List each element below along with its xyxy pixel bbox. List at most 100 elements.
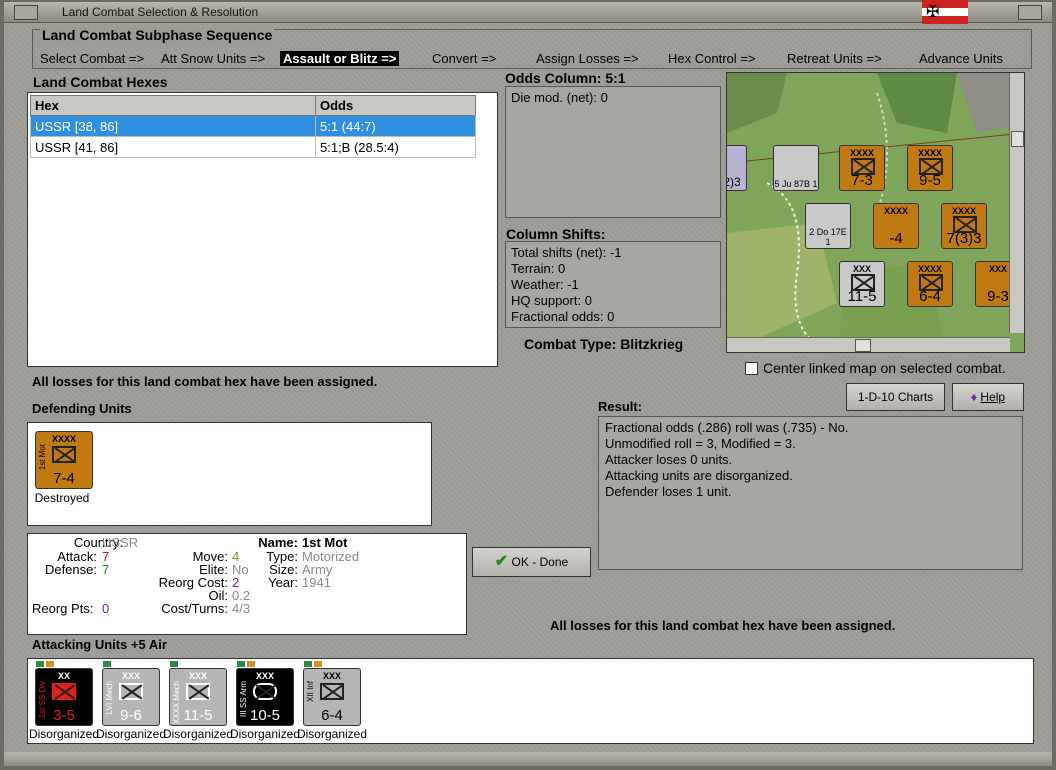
- defending-units-panel: XXXX 1st Mot 7-4 Destroyed: [27, 422, 432, 526]
- sequence-title: Land Combat Subphase Sequence: [40, 27, 275, 43]
- die-mod-text: Die mod. (net): 0: [511, 90, 608, 105]
- status-dot-icon: [314, 661, 322, 667]
- seq-step-assault-blitz: Assault or Blitz =>: [280, 51, 400, 66]
- seq-step-select-combat: Select Combat =>: [40, 51, 145, 66]
- attacking-unit-status: Disorganized: [296, 727, 368, 741]
- map-counter-soviet[interactable]: XXXX 6-4: [907, 261, 953, 307]
- ok-done-label: OK - Done: [511, 555, 569, 569]
- column-shifts-title: Column Shifts:: [506, 226, 606, 242]
- column-shifts-box: Total shifts (net): -1 Terrain: 0 Weathe…: [505, 241, 721, 328]
- map-counter-german[interactable]: XXX 11-5: [839, 261, 885, 307]
- cost-turns-value: 4/3: [232, 601, 251, 616]
- name-value: 1st Mot: [302, 535, 348, 550]
- table-row[interactable]: USSR [38, 86] 5:1 (44:7): [30, 115, 476, 137]
- losses-message-top: All losses for this land combat hex have…: [32, 374, 378, 389]
- map-counter-do17[interactable]: 2 Do 17E 1: [805, 203, 851, 249]
- year-label: Year:: [268, 575, 298, 590]
- minimize-button[interactable]: [1018, 5, 1042, 20]
- map-counter-soviet[interactable]: XXXX 7(3)3: [941, 203, 987, 249]
- linked-map[interactable]: 5 Ju 87B 1 2 Do 17E 1 XXXX 7-3 XXXX 9-5 …: [726, 72, 1025, 353]
- year-value: 1941: [302, 575, 331, 590]
- status-bar: [4, 752, 1052, 766]
- hex-cell[interactable]: USSR [41, 86]: [30, 136, 316, 158]
- table-row[interactable]: USSR [41, 86] 5:1;B (28.5:4): [30, 136, 476, 158]
- seq-step-assign-losses: Assign Losses =>: [536, 51, 639, 66]
- result-line: Unmodified roll = 3, Modified = 3.: [605, 436, 796, 451]
- seq-step-convert: Convert =>: [432, 51, 497, 66]
- result-line: Defender loses 1 unit.: [605, 484, 732, 499]
- title-bar: Land Combat Selection & Resolution: [4, 2, 1052, 23]
- attacking-title: Attacking Units +5 Air: [32, 637, 167, 652]
- attacking-units-panel: XX 1st SS Div 3-5 Disorganized XXX LVI M…: [27, 658, 1034, 744]
- reorg-pts-value: 0: [102, 601, 110, 616]
- name-label: Name:: [258, 535, 298, 550]
- system-menu-button[interactable]: [14, 5, 38, 20]
- result-title: Result:: [598, 399, 643, 414]
- hex-cell[interactable]: USSR [38, 86]: [30, 115, 316, 137]
- seq-step-hex-control: Hex Control =>: [668, 51, 756, 66]
- shift-line: Terrain: 0: [511, 261, 566, 276]
- map-counter-target[interactable]: XXXX -4: [873, 203, 919, 249]
- nation-flag-icon: ✠: [922, 0, 968, 24]
- shift-line: Total shifts (net): -1: [511, 245, 622, 260]
- seq-step-att-snow: Att Snow Units =>: [161, 51, 266, 66]
- defense-label: Defense:: [44, 562, 97, 577]
- cost-turns-label: Cost/Turns:: [161, 601, 228, 616]
- map-counter-soviet[interactable]: XXXX 9-5: [907, 145, 953, 191]
- odds-column-title: Odds Column: 5:1: [505, 70, 626, 86]
- attacking-unit-counter[interactable]: XXX III SS Arm 10-5: [236, 668, 294, 726]
- status-dot-icon: [247, 661, 255, 667]
- help-label: Help: [980, 390, 1006, 404]
- attacking-unit-status: Disorganized: [229, 727, 301, 741]
- defense-value: 7: [102, 562, 110, 577]
- attacking-unit-counter[interactable]: XX 1st SS Div 3-5: [35, 668, 93, 726]
- map-counter-soviet[interactable]: XXXX 7-3: [839, 145, 885, 191]
- seq-step-advance: Advance Units: [919, 51, 1003, 66]
- map-horizontal-scrollbar[interactable]: [727, 337, 1010, 352]
- shift-line: Weather: -1: [511, 277, 579, 292]
- status-dot-icon: [103, 661, 111, 667]
- hex-list[interactable]: Hex Odds USSR [38, 86] 5:1 (44:7) USSR […: [27, 92, 498, 367]
- center-map-label: Center linked map on selected combat.: [763, 360, 1006, 376]
- status-dot-icon: [304, 661, 312, 667]
- ok-done-button[interactable]: ✔ OK - Done: [472, 547, 591, 577]
- attacking-unit-counter[interactable]: XXX XII Inf 6-4: [303, 668, 361, 726]
- window-title: Land Combat Selection & Resolution: [62, 5, 259, 19]
- seq-step-retreat: Retreat Units =>: [787, 51, 882, 66]
- hexes-title: Land Combat Hexes: [33, 74, 168, 90]
- odds-cell[interactable]: 5:1 (44:7): [315, 115, 476, 137]
- unit-details-panel: Country: USSR Attack: 7 Defense: 7 Reorg…: [27, 533, 467, 635]
- help-button[interactable]: ♦ Help: [952, 383, 1024, 411]
- attacking-unit-status: Disorganized: [95, 727, 167, 741]
- status-dot-icon: [237, 661, 245, 667]
- status-dot-icon: [46, 661, 54, 667]
- charts-button[interactable]: 1-D-10 Charts: [846, 383, 945, 411]
- check-icon: ✔: [494, 553, 509, 570]
- hex-column-header[interactable]: Hex: [30, 95, 316, 116]
- map-hscroll-thumb[interactable]: [855, 339, 871, 352]
- odds-box: Die mod. (net): 0: [505, 86, 721, 218]
- map-vertical-scrollbar[interactable]: [1009, 73, 1024, 333]
- attacking-unit-counter[interactable]: XXX XXXX Mech 11-5: [169, 668, 227, 726]
- status-dot-icon: [36, 661, 44, 667]
- result-line: Fractional odds (.286) roll was (.735) -…: [605, 420, 849, 435]
- map-counter-edge[interactable]: 2)3: [727, 145, 747, 191]
- shift-line: HQ support: 0: [511, 293, 592, 308]
- country-value: USSR: [102, 535, 139, 550]
- defending-title: Defending Units: [32, 401, 132, 416]
- defending-unit-counter[interactable]: XXXX 1st Mot 7-4: [35, 431, 93, 489]
- center-map-checkbox[interactable]: [745, 362, 758, 375]
- odds-cell[interactable]: 5:1;B (28.5:4): [315, 136, 476, 158]
- odds-column-header[interactable]: Odds: [315, 95, 476, 116]
- result-line: Attacking units are disorganized.: [605, 468, 793, 483]
- defending-unit-status: Destroyed: [34, 491, 90, 505]
- shift-line: Fractional odds: 0: [511, 309, 615, 324]
- map-counter-stuka[interactable]: 5 Ju 87B 1: [773, 145, 819, 191]
- reorg-pts-label: Reorg Pts:: [32, 601, 94, 616]
- result-box: Fractional odds (.286) roll was (.735) -…: [598, 416, 1023, 570]
- map-vscroll-thumb[interactable]: [1011, 131, 1024, 147]
- attacking-unit-status: Disorganized: [28, 727, 100, 741]
- status-dot-icon: [170, 661, 178, 667]
- attacking-unit-status: Disorganized: [162, 727, 234, 741]
- attacking-unit-counter[interactable]: XXX LVI Mech 9-6: [102, 668, 160, 726]
